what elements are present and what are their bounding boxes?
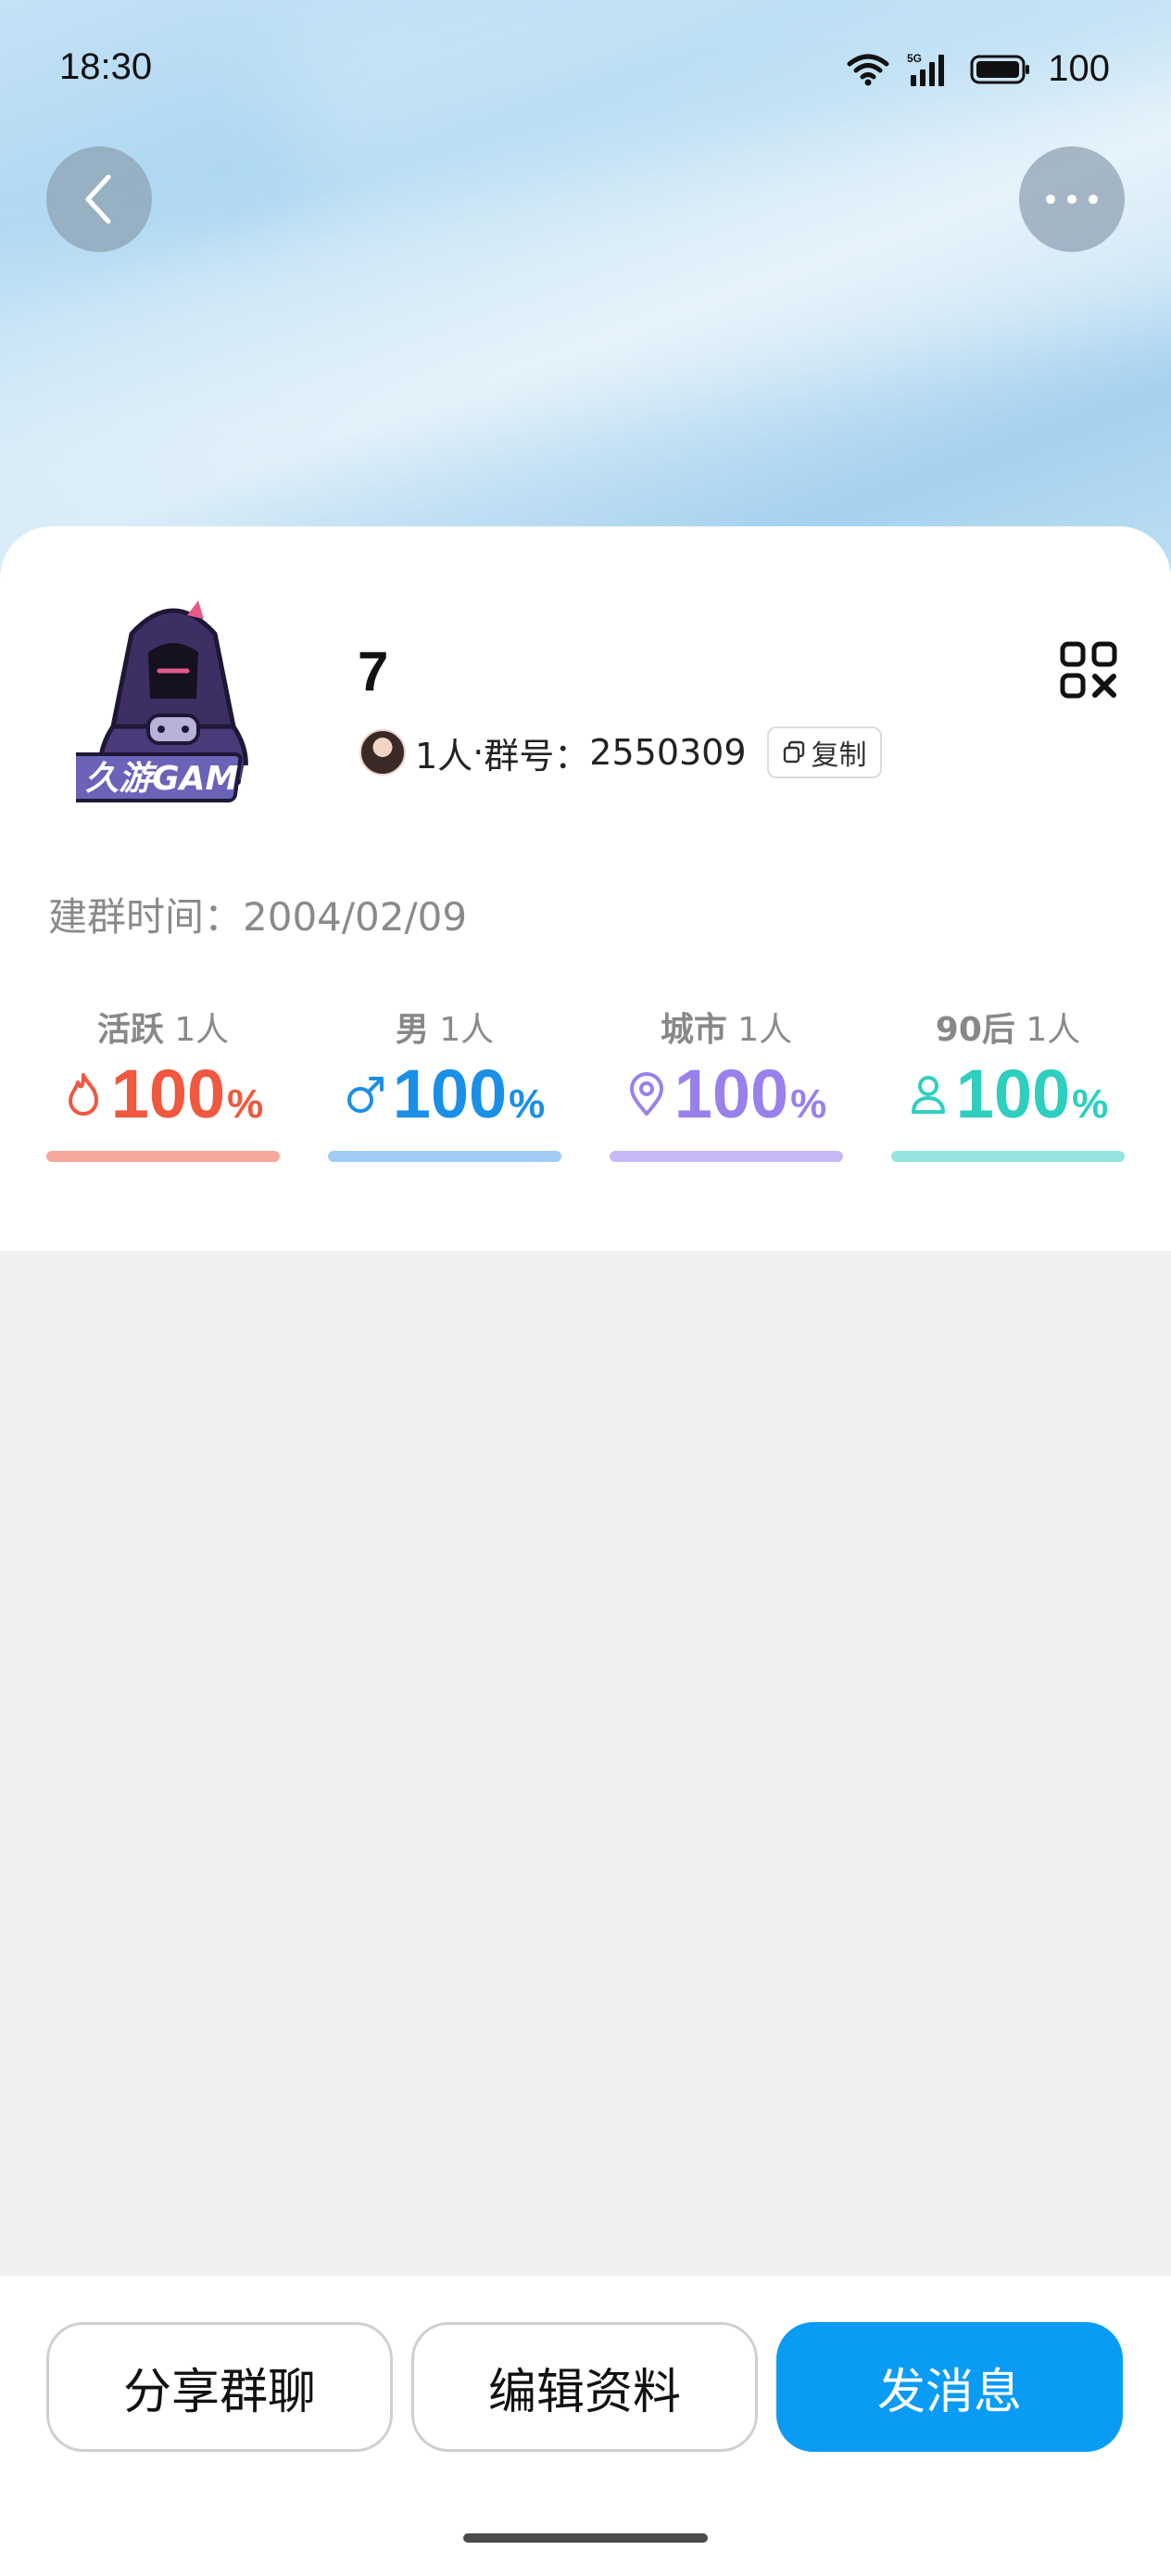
stat-post90[interactable]: 90后 1人 100% [891,1003,1125,1206]
status-time: 18:30 [59,46,153,87]
more-dots-icon [1046,195,1098,204]
stat-bar [610,1151,843,1162]
flame-icon [68,1072,98,1116]
stat-label: 90后 1人 [935,1011,1081,1049]
stat-value: 100% [46,1054,280,1133]
battery-level: 100 [1048,48,1110,89]
location-pin-icon [629,1071,663,1116]
member-stats: 活跃 1人 100% 男 1人 100% 城市 1人 100 % 90后 1人 … [0,1003,1171,1206]
group-info-card: 久游GAME 7 1人 · 群号： 2550309 复制 建群时间：2004/0… [0,526,1171,1251]
stat-label: 城市 1人 [660,1011,793,1049]
group-meta: 1人 · 群号： 2550309 复制 [359,725,882,780]
stat-value: 100% [891,1054,1125,1133]
stat-bar [46,1151,280,1162]
member-count: 1人 [415,735,473,777]
qr-code-icon[interactable] [1060,641,1117,699]
created-label: 建群时间： [48,894,244,940]
status-bar: 18:30 5G 100 [0,0,1171,143]
stat-bar [891,1151,1125,1162]
copy-icon [783,740,804,764]
home-indicator[interactable] [463,2533,708,2543]
copy-label: 复制 [811,739,867,772]
back-button[interactable] [46,146,152,252]
male-icon [346,1076,384,1113]
svg-text:5G: 5G [907,52,922,65]
avatar-logo-text: 久游GAME [85,760,261,798]
stat-male[interactable]: 男 1人 100% [328,1003,561,1206]
person-icon [911,1075,945,1114]
chevron-left-icon [85,174,111,224]
stat-bar [328,1151,561,1162]
share-group-button[interactable]: 分享群聊 [46,2322,393,2452]
stat-value: 100% [610,1054,843,1133]
more-button[interactable] [1019,146,1125,252]
wifi-icon [847,54,889,85]
stat-city[interactable]: 城市 1人 100% [610,1003,843,1206]
group-avatar[interactable]: 久游GAME [76,597,271,810]
meta-separator: · [472,732,485,773]
edit-profile-button[interactable]: 编辑资料 [411,2322,758,2452]
created-value: 2004/02/09 [243,894,468,940]
stat-label: 活跃 1人 [96,1011,230,1049]
stat-label: 男 1人 [395,1011,495,1049]
stat-value: 100% [328,1054,561,1133]
send-message-button[interactable]: 发消息 [776,2322,1123,2452]
status-icons: 5G 100 [846,48,1110,90]
created-date-row: 建群时间：2004/02/09 [48,886,467,942]
group-id-label: 群号： [484,735,590,777]
member-avatar[interactable] [359,729,406,776]
stat-active[interactable]: 活跃 1人 100% [46,1003,280,1206]
group-id-value: 2550309 [589,732,747,773]
5g-signal-icon: 5G [907,52,945,86]
bottom-action-bar: 分享群聊 编辑资料 发消息 [0,2276,1171,2576]
battery-icon [970,55,1030,83]
group-name: 7 [358,640,389,702]
copy-button[interactable]: 复制 [766,726,882,778]
